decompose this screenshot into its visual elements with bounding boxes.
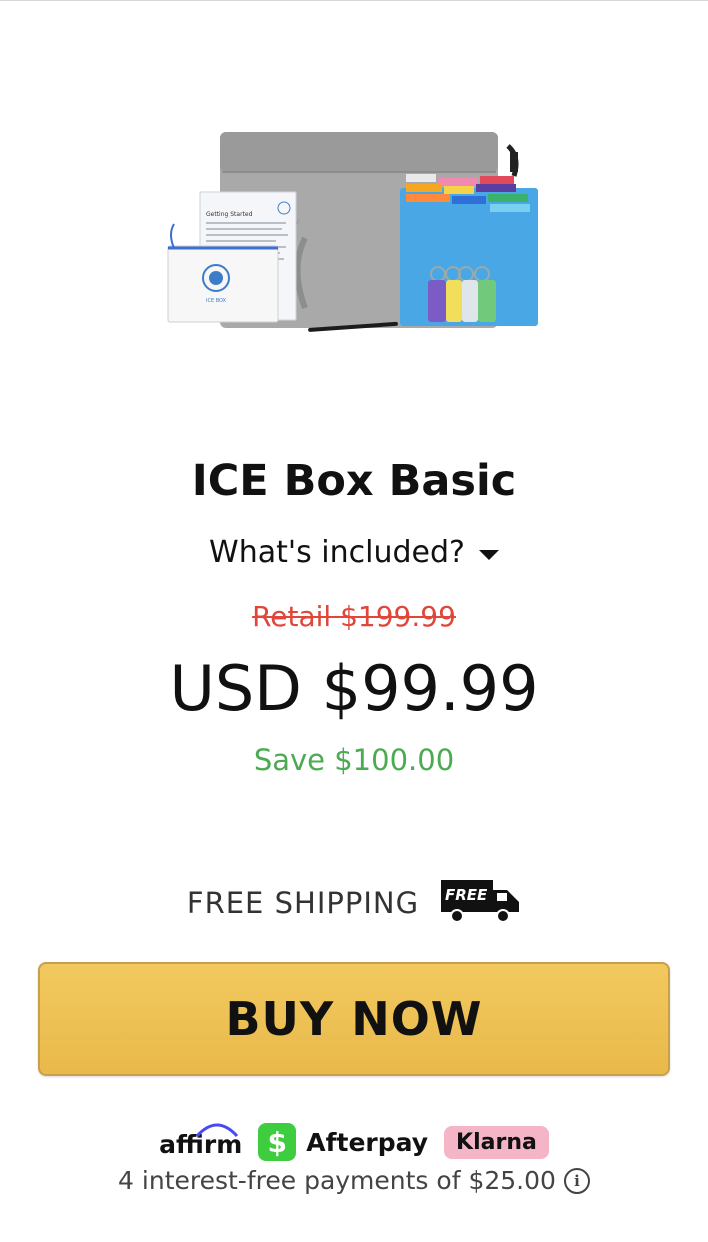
pouch-badge-text: ICE BOX [206,298,227,304]
retail-price: Retail $199.99 [252,600,456,633]
installments-text: 4 interest-free payments of $25.00 [118,1166,556,1195]
free-shipping-label: FREE SHIPPING [186,886,420,920]
buy-now-label: BUY NOW [225,992,483,1046]
whats-included-label: What's included? [209,535,465,570]
product-image: Getting Started ICE BOX [160,118,550,348]
afterpay-logo: Afterpay [306,1127,429,1157]
caret-down-icon [478,549,499,560]
savings-amount: Save $100.00 [253,743,455,777]
cash-app-icon: $ [258,1123,297,1161]
current-price: USD $99.99 [169,652,539,725]
installments-row: 4 interest-free payments of $25.00 i [0,1166,708,1195]
whats-included-toggle[interactable]: What's included? [0,535,708,570]
klarna-logo: Klarna [444,1125,549,1159]
truck-free-text: FREE [445,886,488,904]
delivery-truck-icon: FREE [439,878,521,928]
info-icon[interactable]: i [563,1167,590,1194]
buy-now-button[interactable]: BUY NOW [38,962,670,1076]
free-shipping-row: FREE SHIPPING FREE [0,878,708,928]
affirm-arc-icon [196,1123,239,1137]
afterpay-group: $ Afterpay [258,1123,428,1161]
flyer-title: Getting Started [206,211,253,218]
affirm-logo: affirm [159,1123,242,1159]
product-title: ICE Box Basic [191,456,517,506]
payment-providers: affirm $ Afterpay Klarna [0,1123,708,1161]
top-divider [0,0,708,1]
